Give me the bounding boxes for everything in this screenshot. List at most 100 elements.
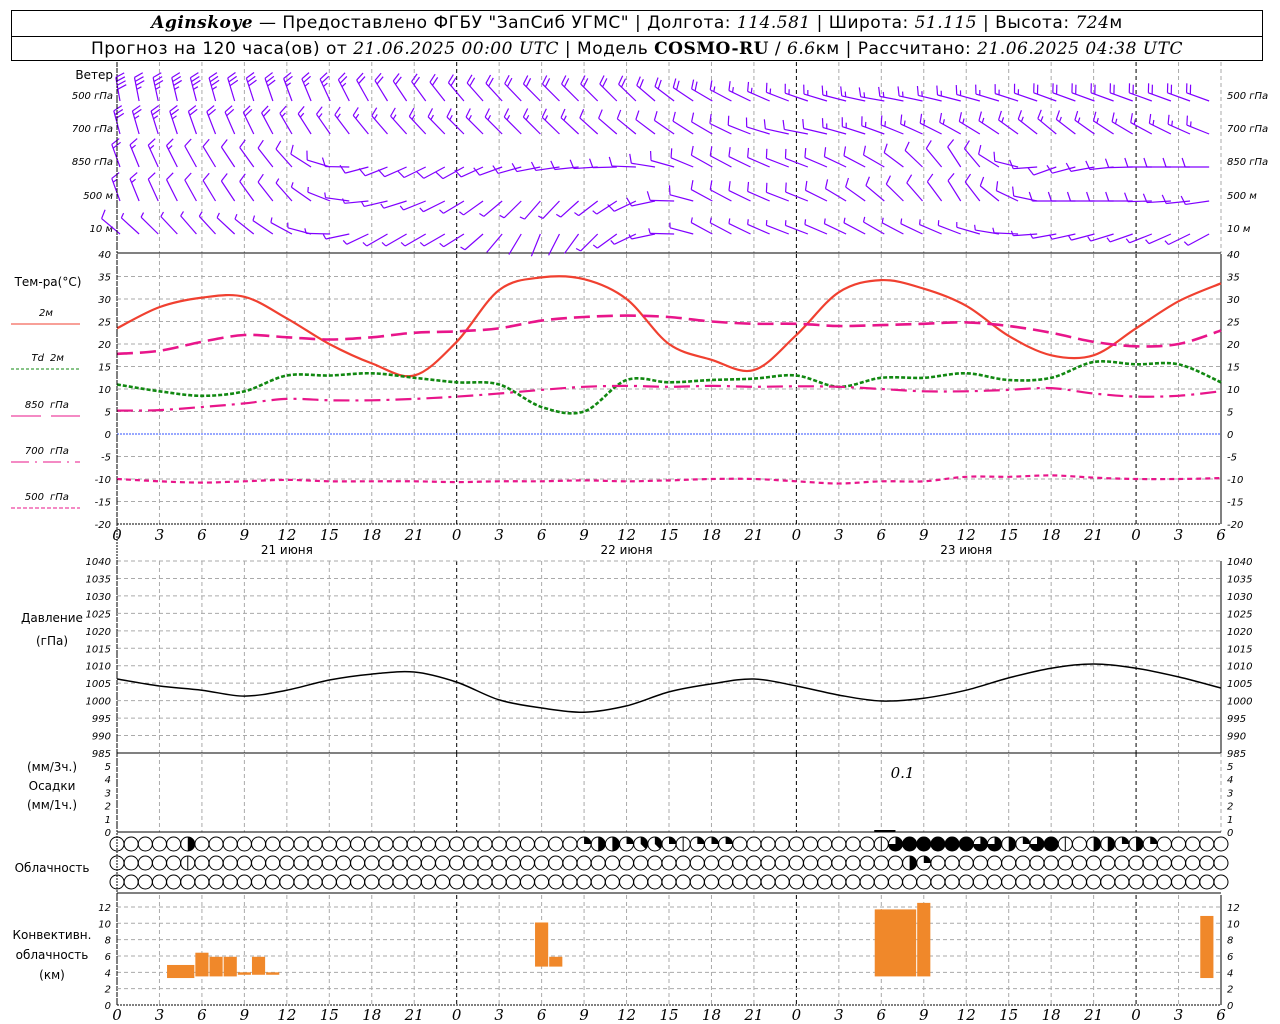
cloud-cover-icon [930,874,946,890]
cloud-sector [1093,837,1101,851]
cloud-cover-icon [236,836,252,852]
wind-barb-stem [423,233,446,247]
wind-barb-stem [307,159,331,168]
cloud-circle [1100,855,1116,871]
wind-barb-half-feather [1068,235,1072,241]
cloud-cover-icon [1001,855,1017,871]
cloud-cover-icon [1100,836,1116,852]
temp-ytick-left: 5 [105,408,111,419]
wind-barb-feather [620,78,627,88]
cloud-cover-icon [392,855,408,871]
cloud-cover-icon [987,836,1003,852]
precip-ytick-right: 4 [1227,775,1233,786]
cloud-cover-icon [1057,836,1073,852]
wind-barb-feather [865,176,870,186]
wind-barb-feather [257,139,264,149]
wind-barb-half-feather [506,114,511,121]
wind-barb-feather [1066,191,1072,202]
cloud-cover-icon [463,836,479,852]
wind-barb-half-feather [863,92,866,98]
cloud-cover-icon [803,855,819,871]
temp-hour-label: 18 [362,526,381,544]
conv-hour-label: 9 [240,1006,250,1024]
cloud-circle [505,855,521,871]
wind-barb-feather [101,209,106,219]
cloud-circle [788,836,804,852]
wind-barb-feather [1017,110,1022,120]
wind-barb-stem [384,166,407,178]
cloud-circle [321,836,337,852]
cloud-cover-icon [930,836,946,852]
cloud-cover-icon [760,855,776,871]
wind-barb-stem [883,152,904,168]
wind-level-label-right: 500 гПа [1227,91,1268,102]
cloud-cover-icon [477,855,493,871]
cloud-circle [1185,874,1201,890]
cloud-circle [831,836,847,852]
temp-ytick-left: -20 [95,520,111,531]
conv-hour-label: 0 [112,1006,122,1024]
wind-barb-feather [208,72,218,79]
temp-hour-label: 3 [494,526,504,544]
wind-barb-half-feather [180,211,184,217]
wind-barb-half-feather [862,216,866,223]
temp-ytick-left: 30 [98,295,111,306]
cloud-cover-icon [335,836,351,852]
cloud-circle [1199,874,1215,890]
wind-barb-feather [1124,157,1129,168]
cloud-circle [279,874,295,890]
cloud-cover-icon [1043,874,1059,890]
cloud-circle [647,874,663,890]
wind-barb-half-feather [149,144,155,150]
wind-barb-half-feather [974,224,976,231]
wind-level-label-right: 500 м [1227,191,1257,202]
wind-barb-half-feather [563,115,567,121]
cloud-cover-icon [958,874,974,890]
cloud-circle [1156,836,1172,852]
wind-barb-stem [728,156,751,168]
wind-barb-feather [246,72,255,79]
cloud-cover-icon [123,836,139,852]
temp-ytick-left: -10 [95,475,111,486]
wind-barb-half-feather [1077,117,1081,123]
cloud-circle [491,874,507,890]
wind-barb-feather [334,106,341,116]
legend-label: гПа [50,492,69,503]
cloud-cover-icon [774,874,790,890]
wind-barb-feather [525,78,532,88]
wind-barb-stem [906,182,923,202]
conv-ytick-right: 0 [1227,1001,1233,1012]
wind-barb-half-feather [439,209,444,214]
wind-barb-stem [257,147,274,168]
cloud-cover-icon [1171,855,1187,871]
cloud-cover-icon [1015,855,1031,871]
cloud-cover-icon [491,874,507,890]
cloud-cover-icon [1086,855,1102,871]
cloud-cover-icon [873,874,889,890]
cloud-cover-icon [675,855,691,871]
cloud-circle [958,836,974,852]
legend-label: 2м [50,353,64,364]
cloud-cover-icon [435,836,451,852]
cloud-cover-icon [703,874,719,890]
wind-barb-stem [202,180,217,202]
wind-barb-half-feather [882,91,885,98]
wind-barb-feather [618,75,624,85]
wind-barb-feather [657,79,662,90]
day-label: 22 июня [601,543,653,557]
cloud-circle [1001,855,1017,871]
cloud-circle [548,855,564,871]
cloud-circle [774,874,790,890]
wind-barb-feather [427,108,434,118]
cloud-circle [788,874,804,890]
temp-hour-label: 15 [999,526,1018,544]
cloud-circle [987,874,1003,890]
conv-hour-label: 18 [362,1006,381,1024]
wind-barb-stem [654,119,675,135]
cloud-circle [491,836,507,852]
wind-barb-stem [423,200,446,213]
cloud-circle [392,836,408,852]
wind-barb-half-feather [193,86,199,90]
cloud-circle [251,836,267,852]
wind-barb-stem [963,148,981,168]
